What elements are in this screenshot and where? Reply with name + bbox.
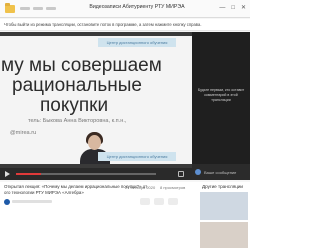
- close-button[interactable]: ✕: [241, 4, 246, 12]
- title-bar: Видеозаписи Абитуриенту РТУ МИРЭА — □ ✕: [0, 0, 250, 18]
- app-window: Видеозаписи Абитуриенту РТУ МИРЭА — □ ✕ …: [0, 0, 250, 250]
- slide-title-line: покупки: [40, 95, 109, 116]
- menu-bar: [20, 5, 80, 13]
- play-icon[interactable]: [5, 171, 10, 177]
- video-date: 27 октября 2020: [125, 185, 156, 190]
- related-video-thumbnail[interactable]: [200, 222, 248, 248]
- folder-icon: [5, 3, 15, 13]
- like-button[interactable]: [140, 198, 150, 205]
- progress-fill: [16, 173, 42, 175]
- slide-title-line: рациональные: [12, 75, 142, 96]
- player-controls: [0, 168, 192, 180]
- video-info: Открытая лекция: «Почему мы делаем иррац…: [0, 182, 250, 250]
- video-player[interactable]: Центр дистанционного обучения му мы сове…: [0, 32, 192, 180]
- other-videos-heading: Другие трансляции: [202, 184, 243, 189]
- channel-name[interactable]: [12, 200, 52, 203]
- menu-item[interactable]: [33, 7, 43, 10]
- fullscreen-icon[interactable]: [178, 171, 184, 177]
- avatar: [195, 169, 201, 175]
- minimize-button[interactable]: —: [219, 4, 225, 12]
- notice-bar: Чтобы выйти из режима трансляции, остано…: [0, 19, 250, 31]
- maximize-button[interactable]: □: [231, 4, 235, 12]
- speaker-face: [88, 135, 101, 150]
- slide-email: @mirea.ru: [10, 130, 37, 136]
- window-controls: — □ ✕: [219, 4, 246, 12]
- slide-footer: Центр дистанционного обучения: [98, 152, 176, 161]
- menu-item[interactable]: [20, 7, 30, 10]
- lecture-slide: Центр дистанционного обучения му мы сове…: [0, 36, 192, 164]
- view-count: 8 просмотров: [160, 185, 186, 190]
- progress-bar[interactable]: [16, 173, 156, 175]
- channel-avatar[interactable]: [4, 199, 10, 205]
- more-button[interactable]: [168, 198, 178, 205]
- menu-item[interactable]: [46, 7, 56, 10]
- slide-title-line: му мы совершаем: [1, 55, 162, 76]
- chat-empty-message: Будьте первым, кто оставит комментарий в…: [197, 88, 245, 102]
- chat-input-placeholder: Ваше сообщение: [204, 170, 237, 175]
- slide-footer-label: Центр дистанционного обучения: [106, 154, 168, 159]
- video-title-line2: ого технологии РТУ МИРЭА «Алгебра»: [4, 190, 84, 195]
- related-video-thumbnail[interactable]: [200, 192, 248, 220]
- slide-author: тель: Быкова Анна Викторовна, к.п.н.,: [28, 118, 127, 124]
- chat-panel: Будьте первым, кто оставит комментарий в…: [192, 32, 250, 180]
- notice-text: Чтобы выйти из режима трансляции, остано…: [4, 22, 202, 27]
- window-title: Видеозаписи Абитуриенту РТУ МИРЭА: [89, 4, 185, 10]
- share-button[interactable]: [154, 198, 164, 205]
- slide-header-label: Центр дистанционного обучения: [106, 40, 168, 45]
- slide-header: Центр дистанционного обучения: [98, 38, 176, 47]
- chat-input[interactable]: Ваше сообщение: [192, 164, 250, 180]
